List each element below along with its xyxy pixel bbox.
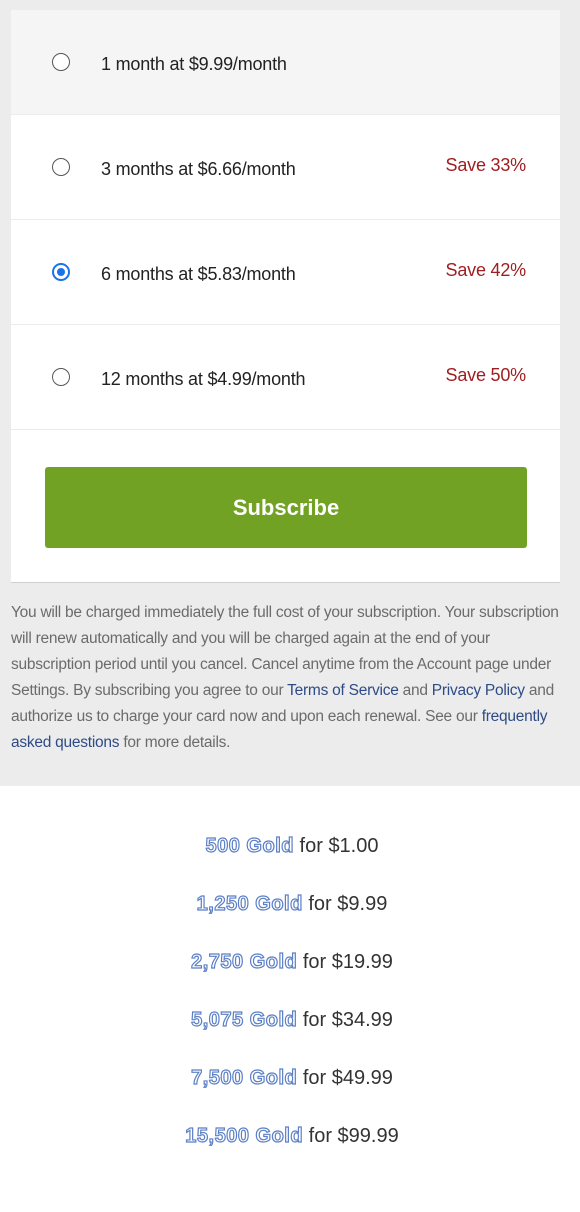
radio-3-months[interactable]: [52, 158, 70, 176]
plan-option-3-months[interactable]: 3 months at $6.66/month Save 33%: [11, 115, 560, 220]
gold-amount-link[interactable]: 500 Gold: [205, 834, 294, 857]
gold-price: for $9.99: [302, 893, 388, 915]
gold-offer-row: 2,750 Gold for $19.99: [0, 942, 580, 1000]
subscription-panel: 1 month at $9.99/month 3 months at $6.66…: [0, 0, 580, 786]
plan-label: 6 months at $5.83/month: [101, 264, 296, 284]
gold-offer-row: 500 Gold for $1.00: [0, 826, 580, 884]
plan-option-12-months[interactable]: 12 months at $4.99/month Save 50%: [11, 325, 560, 430]
plan-option-1-month[interactable]: 1 month at $9.99/month: [11, 10, 560, 115]
gold-price: for $1.00: [293, 835, 379, 857]
privacy-policy-link[interactable]: Privacy Policy: [432, 682, 525, 699]
gold-price: for $99.99: [303, 1125, 399, 1147]
plan-option-6-months[interactable]: 6 months at $5.83/month Save 42%: [11, 220, 560, 325]
plan-card: 1 month at $9.99/month 3 months at $6.66…: [11, 10, 560, 583]
plan-label: 1 month at $9.99/month: [101, 54, 287, 74]
gold-amount-link[interactable]: 5,075 Gold: [191, 1008, 298, 1031]
gold-price: for $34.99: [297, 1009, 393, 1031]
plan-label: 3 months at $6.66/month: [101, 159, 296, 179]
save-badge: Save 33%: [445, 155, 527, 175]
gold-amount-link[interactable]: 7,500 Gold: [191, 1066, 298, 1089]
radio-1-month[interactable]: [52, 53, 70, 71]
billing-disclaimer: You will be charged immediately the full…: [11, 600, 563, 756]
save-badge: Save 50%: [445, 365, 527, 385]
subscribe-button[interactable]: Subscribe: [45, 467, 527, 548]
radio-12-months[interactable]: [52, 368, 70, 386]
gold-offer-row: 15,500 Gold for $99.99: [0, 1116, 580, 1174]
gold-amount-link[interactable]: 15,500 Gold: [185, 1124, 303, 1147]
gold-amount-link[interactable]: 2,750 Gold: [191, 950, 298, 973]
plan-label: 12 months at $4.99/month: [101, 369, 306, 389]
gold-offers-list: 500 Gold for $1.00 1,250 Gold for $9.99 …: [0, 826, 580, 1174]
gold-amount-link[interactable]: 1,250 Gold: [196, 892, 303, 915]
radio-6-months[interactable]: [52, 263, 70, 281]
gold-offer-row: 7,500 Gold for $49.99: [0, 1058, 580, 1116]
gold-offer-row: 5,075 Gold for $34.99: [0, 1000, 580, 1058]
gold-price: for $19.99: [297, 951, 393, 973]
save-badge: Save 42%: [445, 260, 527, 280]
terms-of-service-link[interactable]: Terms of Service: [287, 682, 399, 699]
disclaimer-text: and: [398, 682, 432, 699]
gold-offer-row: 1,250 Gold for $9.99: [0, 884, 580, 942]
gold-price: for $49.99: [297, 1067, 393, 1089]
disclaimer-text: for more details.: [119, 734, 231, 751]
